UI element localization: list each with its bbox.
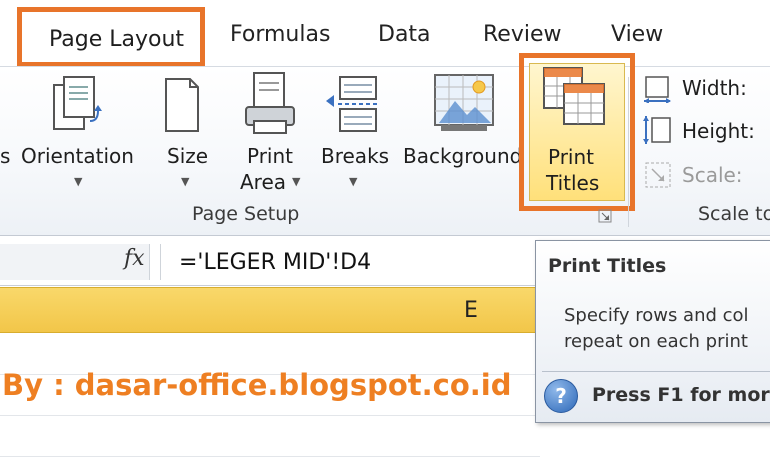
insert-function-icon[interactable]: fx <box>124 246 145 271</box>
width-icon <box>644 76 671 103</box>
print-titles-icon <box>543 67 605 125</box>
tooltip-body-line-1: Specify rows and col <box>564 305 749 326</box>
tab-review[interactable]: Review <box>483 22 562 47</box>
row-gridline <box>0 456 540 457</box>
print-titles-button[interactable]: Print Titles <box>519 53 635 211</box>
chevron-down-icon: ▼ <box>74 175 83 188</box>
formula-text: ='LEGER MID'!D4 <box>179 250 372 275</box>
column-header-e[interactable]: E <box>464 298 478 323</box>
help-icon: ? <box>544 379 578 413</box>
watermark-text: By : dasar-office.blogspot.co.id <box>2 368 512 402</box>
tab-view[interactable]: View <box>611 22 663 47</box>
background-image-icon <box>434 74 494 131</box>
column-header-row: E <box>0 287 540 333</box>
ribbon-tabs: Page Layout Formulas Data Review View <box>0 0 770 67</box>
print-titles-label-2: Titles <box>546 171 600 195</box>
tab-data[interactable]: Data <box>378 22 431 47</box>
print-area-icon <box>245 72 295 134</box>
worksheet-cells[interactable]: By : dasar-office.blogspot.co.id <box>0 334 540 464</box>
orientation-icon <box>53 76 102 130</box>
group-scale-to-fit-label: Scale to <box>698 203 770 225</box>
row-gridline <box>0 415 540 416</box>
height-label: Height: <box>682 119 755 143</box>
tooltip-title: Print Titles <box>548 255 667 277</box>
print-titles-label-1: Print <box>548 145 595 169</box>
scale-label: Scale: <box>682 163 743 187</box>
breaks-label: Breaks <box>321 144 390 168</box>
tab-page-layout[interactable]: Page Layout <box>17 7 205 67</box>
size-icon <box>165 78 199 132</box>
breaks-icon <box>326 76 378 132</box>
tab-formulas[interactable]: Formulas <box>230 22 330 47</box>
group-separator <box>628 77 629 227</box>
tab-page-layout-label: Page Layout <box>49 27 185 52</box>
chevron-down-icon: ▼ <box>349 175 358 188</box>
chevron-down-icon: ▼ <box>292 175 301 188</box>
ribbon-panel: s Orientation ▼ Size ▼ Print Area ▼ Brea… <box>0 53 770 236</box>
print-area-label-2: Area <box>240 170 287 194</box>
orientation-label: Orientation <box>21 144 134 168</box>
chevron-down-icon: ▼ <box>181 175 190 188</box>
height-icon <box>643 116 671 144</box>
dialog-launcher-icon[interactable] <box>598 209 612 223</box>
background-label: Background <box>403 144 523 168</box>
margins-label-partial[interactable]: s <box>0 144 10 168</box>
tooltip-body: Specify rows and col repeat on each prin… <box>564 303 749 355</box>
scale-icon <box>645 162 671 188</box>
group-page-setup-label: Page Setup <box>192 203 300 225</box>
formula-bar: fx ='LEGER MID'!D4 <box>0 238 540 286</box>
tooltip-body-line-2: repeat on each print <box>564 331 748 352</box>
tooltip-separator <box>542 371 770 372</box>
print-area-label-1: Print <box>247 144 294 168</box>
size-label: Size <box>167 144 209 168</box>
print-titles-tooltip: Print Titles Specify rows and col repeat… <box>535 240 770 423</box>
tooltip-help-text: Press F1 for more <box>592 384 770 406</box>
formula-input[interactable]: ='LEGER MID'!D4 <box>160 244 540 280</box>
width-label: Width: <box>682 76 747 100</box>
